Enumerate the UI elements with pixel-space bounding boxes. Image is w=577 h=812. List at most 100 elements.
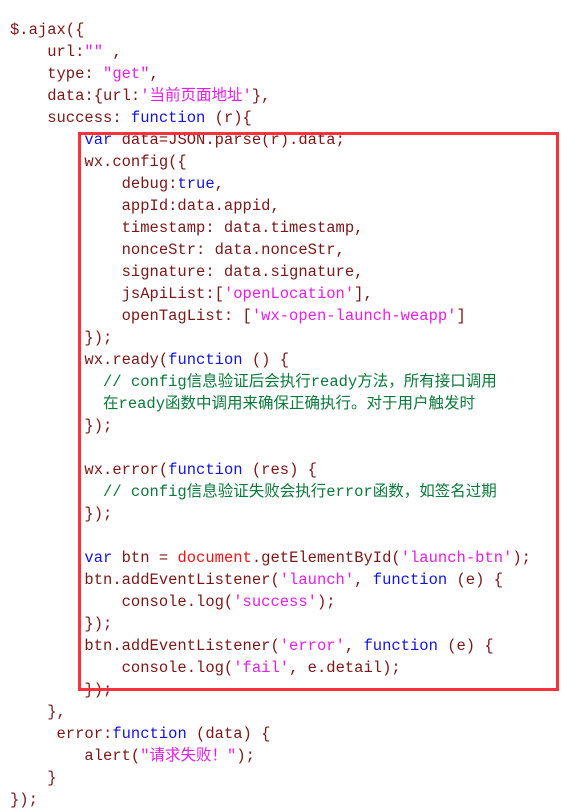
code-line: btn.addEventListener('launch', function … [0,569,577,591]
code-token-kw: function [372,571,448,589]
code-token-str: 'openLocation' [223,285,355,303]
code-token-plain: }, [10,703,66,721]
code-line: }); [0,327,577,349]
code-line: }, [0,701,577,723]
code-token-plain: }, [251,87,271,105]
code-line: signature: data.signature, [0,261,577,283]
code-token-plain: } [10,769,57,787]
code-token-plain: timestamp: data.timestamp, [10,219,364,237]
code-token-str: 'launch-btn' [400,549,513,567]
code-token-str: "get" [103,65,150,83]
code-token-plain: btn.addEventListener( [10,571,280,589]
code-token-str: 'wx-open-launch-weapp' [251,307,457,325]
code-line: }); [0,503,577,525]
code-token-plain: , [344,637,364,655]
code-token-plain: appId:data.appid, [10,197,280,215]
code-line: btn.addEventListener('error', function (… [0,635,577,657]
code-line: jsApiList:['openLocation'], [0,283,577,305]
code-token-str: '当前页面地址' [140,87,252,105]
code-line: // config信息验证后会执行ready方法，所有接口调用 [0,371,577,393]
code-token-str: "请求失败！" [140,747,237,765]
code-token-kw: function [112,725,187,743]
code-token-plain: $.ajax({ [10,21,85,39]
code-token-comment: // config信息验证后会执行ready方法，所有接口调用 [10,373,497,391]
code-token-str: 'error' [279,637,345,655]
code-line: $.ajax({ [0,19,577,41]
code-line: }); [0,613,577,635]
code-token-builtin: document [177,549,252,567]
code-line: var btn = document.getElementById('launc… [0,547,577,569]
code-token-plain: , [149,65,159,83]
code-token-plain: success: [10,109,131,127]
code-token-plain: error: [10,725,113,743]
code-token-plain: (res) { [242,461,317,479]
code-token-plain: data=JSON.parse(r).data; [112,131,345,149]
code-token-plain: ] [456,307,466,325]
code-token-kw: function [168,351,243,369]
code-token-kw: function [363,637,438,655]
code-token-plain: (e) { [437,637,494,655]
code-token-plain: , [354,571,373,589]
code-block[interactable]: $.ajax({ url:"" , type: "get", data:{url… [0,13,577,812]
code-line: console.log('fail', e.detail); [0,657,577,679]
code-token-plain: }); [10,681,113,699]
code-token-comment: // config信息验证失败会执行error函数，如签名过期 [10,483,497,501]
code-token-plain: , [214,175,224,193]
code-line: wx.ready(function () { [0,349,577,371]
code-token-plain: signature: data.signature, [10,263,364,281]
code-token-kw: var [84,549,113,567]
code-line: url:"" , [0,41,577,63]
code-token-plain: nonceStr: data.nonceStr, [10,241,345,259]
code-token-plain: jsApiList:[ [10,285,224,303]
code-token-plain: url: [10,43,85,61]
code-token-plain: wx.ready( [10,351,169,369]
code-token-str: "" [84,43,104,61]
code-token-plain: ); [512,549,531,567]
code-line: 在ready函数中调用来确保正确执行。对于用户触发时 [0,393,577,415]
code-line: nonceStr: data.nonceStr, [0,239,577,261]
code-token-plain: (e) { [447,571,504,589]
code-line: // config信息验证失败会执行error函数，如签名过期 [0,481,577,503]
code-token-plain: data:{url: [10,87,141,105]
code-token-plain: }); [10,505,113,523]
code-line: console.log('success'); [0,591,577,613]
code-token-plain: type: [10,65,104,83]
code-line: timestamp: data.timestamp, [0,217,577,239]
code-line: appId:data.appid, [0,195,577,217]
code-line: wx.config({ [0,151,577,173]
code-line: openTagList: ['wx-open-launch-weapp'] [0,305,577,327]
code-token-kw: function [168,461,243,479]
code-token-plain: debug: [10,175,178,193]
code-token-plain: }); [10,615,113,633]
code-token-plain: (data) { [186,725,271,743]
code-token-plain: console.log( [10,659,234,677]
code-line: debug:true, [0,173,577,195]
code-token-plain: ); [316,593,336,611]
code-screenshot: $.ajax({ url:"" , type: "get", data:{url… [0,0,577,809]
code-token-plain: btn.addEventListener( [10,637,280,655]
code-token-str: 'success' [233,593,317,611]
code-line: }); [0,789,577,811]
code-line: var data=JSON.parse(r).data; [0,129,577,151]
code-token-plain: wx.config({ [10,153,187,171]
code-token-plain: }); [10,417,113,435]
code-line: error:function (data) { [0,723,577,745]
code-token-comment: 在ready函数中调用来确保正确执行。对于用户触发时 [10,395,476,413]
code-token-plain: () { [242,351,290,369]
code-token-kw: true [177,175,215,193]
code-token-plain: }); [10,791,38,809]
code-line: alert("请求失败！"); [0,745,577,767]
code-token-plain: }); [10,329,113,347]
code-token-plain: openTagList: [ [10,307,252,325]
code-line: type: "get", [0,63,577,85]
code-token-plain: btn = [112,549,178,567]
code-token-str: 'launch' [279,571,355,589]
code-token-plain: .getElementById( [251,549,401,567]
code-token-plain: ], [354,285,373,303]
code-token-plain: console.log( [10,593,234,611]
code-token-plain: , [103,43,122,61]
code-token-plain: wx.error( [10,461,169,479]
